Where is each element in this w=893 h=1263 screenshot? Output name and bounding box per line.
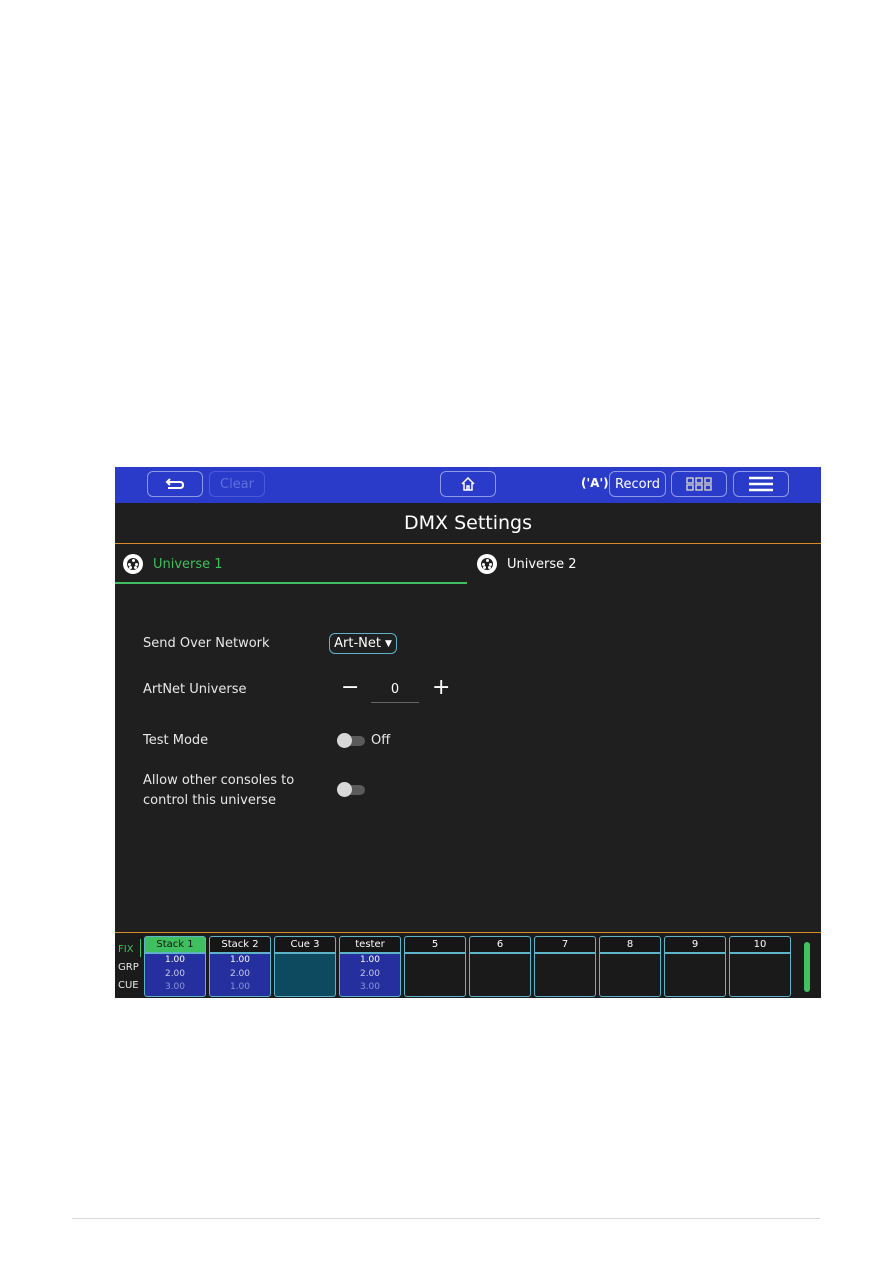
slot-name: 7 [534,936,596,953]
top-toolbar: Clear ('A') Record [115,467,821,503]
playback-slot[interactable]: 8 [599,936,661,997]
caret-down-icon: ▼ [384,638,392,649]
test-mode-toggle[interactable] [337,733,365,748]
slot-value: 1.00 [229,982,251,992]
toggle-knob [337,782,352,797]
dmx-connector-icon [123,554,143,574]
slot-name: 9 [664,936,726,953]
grid-icon [686,477,712,491]
increment-button[interactable]: + [432,677,450,699]
slot-values [404,953,466,997]
slot-values [274,953,336,997]
playback-slot[interactable]: 9 [664,936,726,997]
tab-universe-1[interactable]: Universe 1 [123,545,223,583]
slot-name: 5 [404,936,466,953]
dmx-connector-icon [477,554,497,574]
playback-slot[interactable]: Stack 1 1.00 2.00 3.00 [144,936,206,997]
playback-bar: FIX GRP CUE Stack 1 1.00 2.00 3.00 Stack 2 1.… [115,932,821,998]
slot-value: 3.00 [164,982,186,992]
home-button[interactable] [440,471,496,497]
decrement-button[interactable]: − [341,677,359,699]
slot-value: 1.00 [229,955,251,965]
grid-view-button[interactable] [671,471,727,497]
undo-arrow-icon [165,478,185,489]
mode-cue[interactable]: CUE [118,980,139,991]
playback-slot[interactable]: 10 [729,936,791,997]
record-button[interactable]: Record [609,471,666,497]
allow-consoles-toggle[interactable] [337,782,365,797]
playback-slot[interactable]: tester 1.00 2.00 3.00 [339,936,401,997]
mode-grp[interactable]: GRP [118,962,139,973]
clear-button[interactable]: Clear [209,471,265,497]
artnet-universe-input[interactable]: 0 [371,680,419,703]
allow-consoles-label-line1: Allow other consoles to [143,773,295,788]
page-footer-divider [72,1218,820,1219]
slot-values [599,953,661,997]
send-over-network-dropdown[interactable]: Art-Net ▼ [329,633,397,654]
playback-slot[interactable]: Stack 2 1.00 2.00 1.00 [209,936,271,997]
dropdown-value: Art-Net [334,636,381,651]
slot-values [664,953,726,997]
slot-values [469,953,531,997]
level-meter [804,942,810,992]
slot-values: 1.00 2.00 1.00 [209,953,271,997]
slot-name: Cue 3 [274,936,336,953]
slot-name: Stack 1 [144,936,206,953]
active-tab-indicator [115,582,467,584]
playback-slot[interactable]: Cue 3 [274,936,336,997]
hamburger-menu-icon [749,476,773,492]
playback-slot[interactable]: 7 [534,936,596,997]
slot-name: 8 [599,936,661,953]
back-button[interactable] [147,471,203,497]
artnet-universe-label: ArtNet Universe [143,682,247,697]
slot-value: 2.00 [229,968,251,979]
slot-name: 6 [469,936,531,953]
slot-value: 1.00 [359,955,381,965]
page-title: DMX Settings [115,503,821,544]
slot-value: 2.00 [359,968,381,979]
tab-label: Universe 1 [153,556,223,572]
slot-value: 1.00 [164,955,186,965]
slot-value: 2.00 [164,968,186,979]
slot-values: 1.00 2.00 3.00 [339,953,401,997]
slot-values: 1.00 2.00 3.00 [144,953,206,997]
menu-button[interactable] [733,471,789,497]
mode-fix[interactable]: FIX [118,944,134,955]
send-over-network-label: Send Over Network [143,636,270,651]
playback-slot[interactable]: 6 [469,936,531,997]
slot-values [729,953,791,997]
test-mode-label: Test Mode [143,733,209,748]
allow-consoles-label-line2: control this universe [143,793,276,808]
tab-universe-2[interactable]: Universe 2 [477,545,577,583]
antenna-icon: ('A') [581,476,609,490]
slot-value: 3.00 [359,982,381,992]
mode-indicator [140,939,141,957]
toggle-knob [337,733,352,748]
tab-label: Universe 2 [507,556,577,572]
test-mode-state: Off [371,733,391,748]
slot-name: tester [339,936,401,953]
slot-name: 10 [729,936,791,953]
dmx-settings-screen: Clear ('A') Record DMX Settings Universe… [115,467,821,998]
slot-values [534,953,596,997]
playback-slot[interactable]: 5 [404,936,466,997]
slot-name: Stack 2 [209,936,271,953]
home-icon [461,477,475,491]
